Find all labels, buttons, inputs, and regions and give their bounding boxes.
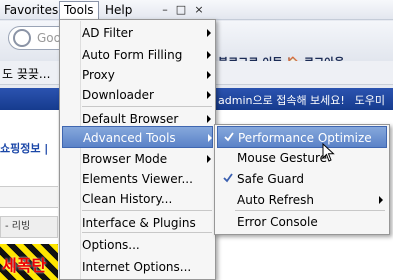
menu-item-label: Auto Form Filling [82, 48, 183, 62]
advanced-menu-item-error-console[interactable]: Error Console [217, 211, 387, 233]
submenu-arrow-icon [207, 155, 211, 163]
submenu-arrow-icon [207, 115, 211, 123]
menu-separator [82, 106, 212, 107]
menu-item-label: Options... [82, 238, 140, 252]
mouse-cursor-icon [322, 143, 335, 162]
tools-menu-item-proxy[interactable]: Proxy [62, 64, 213, 86]
tools-menu-item-elements-viewer[interactable]: Elements Viewer... [62, 168, 213, 190]
menu-item-label: Interface & Plugins [82, 216, 196, 230]
submenu-arrow-icon [207, 91, 211, 99]
submenu-arrow-icon [207, 29, 211, 37]
advanced-menu-item-mouse-gesture[interactable]: Mouse Gesture [217, 147, 387, 169]
advanced-tools-submenu: Performance Optimize Mouse Gesture Safe Gu… [214, 124, 390, 235]
menu-item-label: Mouse Gesture [237, 151, 328, 165]
menu-item-label: Performance Optimize [238, 131, 372, 145]
tools-menu: AD Filter Auto Form Filling Proxy Downloade… [59, 19, 216, 280]
close-icon[interactable]: × [192, 3, 206, 17]
restore-icon[interactable]: □ [174, 3, 188, 17]
submenu-arrow-icon [207, 71, 211, 79]
submenu-arrow-icon [379, 196, 383, 204]
advanced-menu-item-performance-optimize[interactable]: Performance Optimize [217, 126, 387, 148]
tools-menu-item-interface-plugins[interactable]: Interface & Plugins [62, 212, 213, 234]
menu-separator [82, 232, 212, 233]
tools-menu-item-downloader[interactable]: Downloader [62, 84, 213, 106]
menu-item-label: Auto Refresh [237, 193, 314, 207]
advanced-menu-item-auto-refresh[interactable]: Auto Refresh [217, 189, 387, 211]
menu-help[interactable]: Help [101, 1, 136, 19]
tools-menu-item-clean-history[interactable]: Clean History... [62, 188, 213, 210]
tools-menu-item-internet-options[interactable]: Internet Options... [62, 256, 213, 278]
menu-favorites[interactable]: Favorites [0, 1, 62, 19]
menu-item-label: Elements Viewer... [82, 172, 193, 186]
tools-menu-item-ad-filter[interactable]: AD Filter [62, 22, 213, 44]
menu-separator [235, 210, 385, 211]
tools-menu-item-options[interactable]: Options... [62, 234, 213, 256]
login-prompt[interactable]: admin으로 접속해 보세요! [218, 92, 345, 108]
menu-tools[interactable]: Tools [59, 1, 99, 19]
submenu-arrow-icon [207, 51, 211, 59]
helper-link[interactable]: 도우미 [355, 92, 385, 108]
menu-item-label: Internet Options... [82, 260, 192, 274]
living-tab[interactable]: - 리빙 [0, 216, 58, 238]
minimize-icon[interactable]: – [158, 3, 172, 17]
search-engine-icon [13, 29, 31, 47]
submenu-arrow-icon [208, 134, 212, 142]
advanced-menu-item-safe-guard[interactable]: Safe Guard [217, 168, 387, 190]
checkmark-icon [224, 132, 234, 142]
menu-item-label: AD Filter [82, 26, 133, 40]
tools-menu-item-browser-mode[interactable]: Browser Mode [62, 148, 213, 170]
search-placeholder: Goo [37, 31, 61, 45]
tools-menu-item-auto-form-filling[interactable]: Auto Form Filling [62, 44, 213, 66]
menu-item-label: Safe Guard [237, 172, 304, 186]
menu-item-label: Downloader [82, 88, 154, 102]
menu-item-label: Advanced Tools [83, 131, 176, 145]
tools-menu-item-advanced-tools[interactable]: Advanced Tools [62, 126, 213, 148]
menu-item-label: Proxy [82, 68, 115, 82]
menu-item-label: Browser Mode [82, 152, 168, 166]
banner-text: 세폭탄 [2, 256, 47, 275]
checkmark-icon [223, 173, 233, 183]
links-bar-text[interactable]: 도 끚끚... [2, 65, 50, 82]
menu-separator [82, 210, 212, 211]
page-strip [0, 186, 58, 208]
menu-item-label: Error Console [237, 215, 318, 229]
shopping-info-link[interactable]: 쇼핑정보 | [0, 140, 58, 155]
menu-item-label: Clean History... [82, 192, 173, 206]
menu-bar: Favorites Tools Help – □ × [0, 0, 393, 20]
promo-banner[interactable]: 세폭탄 [0, 244, 58, 280]
